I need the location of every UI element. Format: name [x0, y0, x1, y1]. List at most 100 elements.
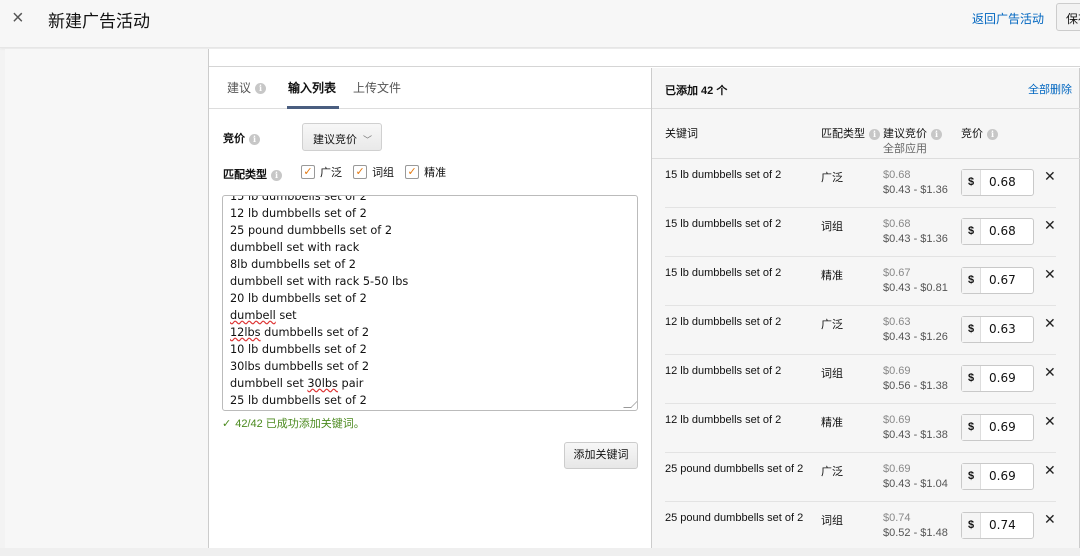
remove-keyword-icon[interactable]: ✕	[1044, 315, 1056, 332]
row-match-type: 广泛	[821, 466, 843, 478]
keyword-list-textarea[interactable]: 15 lb dumbbells set of 2 12 lb dumbbells…	[222, 195, 638, 411]
info-icon[interactable]: i	[869, 128, 880, 140]
remove-keyword-icon[interactable]: ✕	[1044, 462, 1056, 479]
bid-input[interactable]: $0.68	[961, 169, 1034, 196]
checkbox-checked-icon[interactable]: ✓	[405, 165, 420, 179]
checkbox-checked-icon[interactable]: ✓	[353, 165, 368, 179]
keyword-line: dumbell set	[230, 309, 297, 322]
currency-symbol: $	[962, 219, 981, 244]
row-match-type: 广泛	[821, 172, 843, 184]
table-header: 关键词 匹配类型 i 建议竞价 i 全部应用 竞价 i	[652, 109, 1080, 159]
table-row: 12 lb dumbbells set of 2 词组 $0.69 $0.56 -…	[652, 355, 1080, 404]
keyword-line: 12 lb dumbbells set of 2	[230, 207, 367, 220]
row-match-type: 精准	[821, 417, 843, 429]
check-icon: ✓	[222, 418, 232, 430]
spellcheck-mark: 30lbs	[307, 377, 338, 390]
currency-symbol: $	[962, 170, 981, 195]
info-icon[interactable]: i	[255, 83, 267, 95]
bid-value[interactable]: 0.68	[981, 170, 1016, 195]
row-keyword: 25 pound dumbbells set of 2	[665, 512, 804, 524]
success-text: 42/42 已成功添加关键词。	[235, 418, 365, 430]
checkbox-checked-icon[interactable]: ✓	[301, 165, 315, 179]
suggested-bid-value: $0.68	[883, 218, 911, 230]
resize-handle[interactable]	[623, 400, 637, 408]
add-keywords-button[interactable]: 添加关键词	[564, 442, 638, 469]
bid-strategy-select[interactable]: 建议竞价 ﹀	[302, 123, 382, 151]
bid-value[interactable]: 0.68	[981, 219, 1016, 244]
remove-keyword-icon[interactable]: ✕	[1044, 168, 1056, 185]
bid-input[interactable]: $0.69	[961, 365, 1034, 392]
keyword-line: 12lbs dumbbells set of 2	[230, 326, 370, 339]
row-keyword: 12 lb dumbbells set of 2	[665, 316, 782, 328]
checkbox-exact[interactable]: ✓ 精准	[405, 164, 446, 180]
bid-input[interactable]: $0.74	[961, 512, 1034, 539]
bid-input[interactable]: $0.69	[961, 414, 1034, 441]
bid-label: 竞价 i	[223, 130, 260, 146]
keyword-line: 15 lb dumbbells set of 2	[230, 195, 367, 203]
checkbox-broad[interactable]: ✓ 广泛	[301, 164, 342, 180]
save-button[interactable]: 保存	[1056, 3, 1080, 31]
row-match-type: 精准	[821, 270, 843, 282]
suggested-bid-range: $0.43 - $1.38	[883, 429, 948, 441]
left-sidebar	[5, 49, 208, 548]
row-match-type: 词组	[821, 221, 843, 233]
tab-bar: 建议 i 输入列表 上传文件	[209, 68, 651, 109]
match-type-checkboxes: ✓ 广泛 ✓ 词组 ✓ 精准	[301, 164, 454, 180]
table-row: 15 lb dumbbells set of 2 词组 $0.68 $0.43 -…	[652, 208, 1080, 257]
added-keywords-panel: 已添加 42 个 全部删除 关键词 匹配类型 i 建议竞价 i 全部应用 竞价 i 1…	[651, 68, 1080, 551]
info-icon[interactable]: i	[931, 128, 942, 140]
info-icon[interactable]: i	[987, 128, 998, 140]
column-label: 建议竞价	[883, 128, 927, 140]
remove-keyword-icon[interactable]: ✕	[1044, 511, 1056, 528]
bid-input[interactable]: $0.68	[961, 218, 1034, 245]
active-tab-indicator	[287, 106, 339, 109]
keyword-line: 25 lb dumbbells set of 2	[230, 394, 367, 407]
suggested-bid-range: $0.56 - $1.38	[883, 380, 948, 392]
delete-all-link[interactable]: 全部删除	[1028, 81, 1072, 97]
bid-value[interactable]: 0.63	[981, 317, 1016, 342]
bid-input[interactable]: $0.63	[961, 316, 1034, 343]
row-keyword: 15 lb dumbbells set of 2	[665, 218, 782, 230]
card-header-strip	[209, 49, 1080, 67]
checkbox-phrase[interactable]: ✓ 词组	[353, 164, 394, 180]
suggested-bid-value: $0.63	[883, 316, 911, 328]
info-icon[interactable]: i	[271, 169, 282, 181]
bid-value[interactable]: 0.74	[981, 513, 1016, 538]
row-keyword: 25 pound dumbbells set of 2	[665, 463, 804, 475]
chevron-down-icon: ﹀	[363, 135, 373, 145]
bid-value[interactable]: 0.69	[981, 464, 1016, 489]
row-suggested-bid: $0.69 $0.56 - $1.38	[883, 364, 948, 394]
keyword-line: dumbbell set 30lbs pair	[230, 377, 364, 390]
close-icon[interactable]: ×	[12, 8, 24, 28]
suggested-bid-value: $0.69	[883, 463, 911, 475]
keyword-line: dumbbell set with rack 5-50 lbs	[230, 275, 409, 288]
bid-value[interactable]: 0.67	[981, 268, 1016, 293]
table-row: 15 lb dumbbells set of 2 广泛 $0.68 $0.43 -…	[652, 159, 1080, 208]
bid-input[interactable]: $0.69	[961, 463, 1034, 490]
remove-keyword-icon[interactable]: ✕	[1044, 364, 1056, 381]
remove-keyword-icon[interactable]: ✕	[1044, 217, 1056, 234]
bid-input[interactable]: $0.67	[961, 267, 1034, 294]
table-row: 12 lb dumbbells set of 2 广泛 $0.63 $0.43 -…	[652, 306, 1080, 355]
currency-symbol: $	[962, 366, 981, 391]
back-to-campaigns-link[interactable]: 返回广告活动	[972, 10, 1044, 27]
remove-keyword-icon[interactable]: ✕	[1044, 266, 1056, 283]
remove-keyword-icon[interactable]: ✕	[1044, 413, 1056, 430]
spellcheck-mark: dumbell	[230, 309, 276, 322]
currency-symbol: $	[962, 268, 981, 293]
row-keyword: 12 lb dumbbells set of 2	[665, 365, 782, 377]
row-keyword: 15 lb dumbbells set of 2	[665, 169, 782, 181]
tab-upload-file[interactable]: 上传文件	[353, 79, 401, 96]
bid-value[interactable]: 0.69	[981, 366, 1016, 391]
info-icon[interactable]: i	[249, 133, 260, 145]
table-row: 15 lb dumbbells set of 2 精准 $0.67 $0.43 -…	[652, 257, 1080, 306]
suggested-bid-value: $0.69	[883, 414, 911, 426]
suggested-bid-range: $0.43 - $1.36	[883, 184, 948, 196]
tab-suggestions[interactable]: 建议 i	[227, 79, 267, 96]
table-row: 12 lb dumbbells set of 2 精准 $0.69 $0.43 -…	[652, 404, 1080, 453]
checkbox-label: 广泛	[320, 167, 342, 179]
tab-enter-list[interactable]: 输入列表	[288, 79, 336, 96]
keyword-lines: 15 lb dumbbells set of 2 12 lb dumbbells…	[230, 195, 409, 409]
apply-all-link[interactable]: 全部应用	[883, 140, 927, 156]
bid-value[interactable]: 0.69	[981, 415, 1016, 440]
